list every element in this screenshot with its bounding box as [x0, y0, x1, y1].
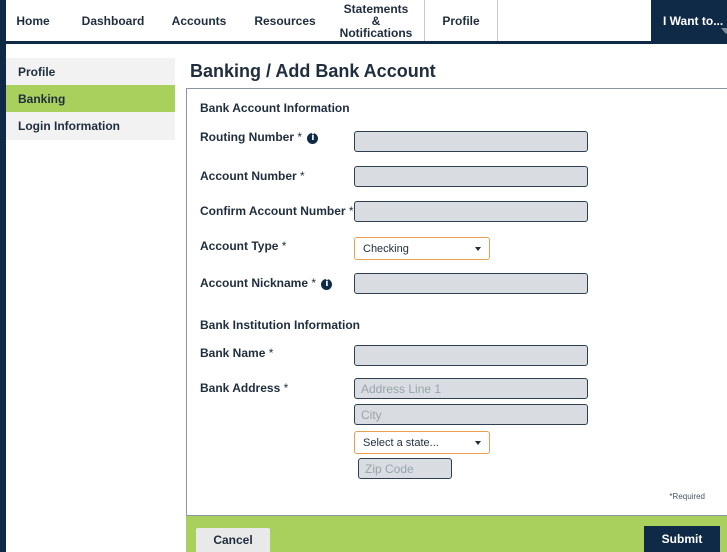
submit-button[interactable]: Submit [644, 526, 720, 552]
info-icon[interactable]: i [321, 279, 333, 290]
bank-address-label-text: Bank Address [200, 381, 281, 395]
account-nickname-input[interactable] [354, 273, 588, 294]
zip-code-input[interactable]: Zip Code [358, 458, 452, 479]
account-number-input[interactable] [354, 166, 588, 187]
required-marker: * [268, 346, 274, 360]
required-marker: * [311, 276, 317, 290]
i-want-to-label: I Want to... [663, 13, 724, 28]
bank-name-input[interactable] [354, 345, 588, 366]
page-title: Banking / Add Bank Account [190, 61, 436, 81]
section-title-bank-institution: Bank Institution Information [200, 318, 360, 332]
nav-dashboard[interactable]: Dashboard [80, 0, 146, 41]
sidebar-item-profile[interactable]: Profile [6, 58, 175, 85]
nav-resources[interactable]: Resources [250, 0, 320, 41]
account-number-label-text: Account Number [200, 169, 297, 183]
bank-name-label: Bank Name * [200, 346, 273, 360]
chevron-down-icon [721, 28, 727, 34]
required-marker: * [297, 130, 303, 144]
account-type-select[interactable]: Checking [354, 237, 490, 260]
routing-number-label-text: Routing Number [200, 130, 294, 144]
zip-code-placeholder: Zip Code [365, 461, 414, 476]
account-number-label: Account Number * [200, 169, 305, 183]
nav-accounts[interactable]: Accounts [170, 0, 228, 41]
account-nickname-label: Account Nickname * i [200, 276, 333, 290]
confirm-account-number-input[interactable] [354, 201, 588, 222]
required-note: *Required [669, 492, 705, 501]
sidebar-item-login-information[interactable]: Login Information [6, 112, 175, 139]
routing-number-input[interactable] [354, 131, 588, 152]
required-marker: * [283, 381, 289, 395]
section-title-bank-account: Bank Account Information [200, 101, 350, 115]
cancel-button[interactable]: Cancel [196, 528, 270, 552]
sidebar-item-banking[interactable]: Banking [6, 85, 175, 112]
dropdown-arrow-icon [475, 441, 481, 445]
city-input[interactable]: City [354, 404, 588, 425]
nav-profile[interactable]: Profile [424, 0, 498, 41]
account-type-value: Checking [363, 242, 409, 255]
city-placeholder: City [361, 407, 382, 422]
required-marker: * [348, 204, 354, 218]
required-marker: * [300, 169, 305, 183]
bank-address-label: Bank Address * [200, 381, 288, 395]
dropdown-arrow-icon [475, 247, 481, 251]
nav-home[interactable]: Home [12, 0, 54, 41]
i-want-to-menu[interactable]: I Want to... [651, 0, 727, 41]
routing-number-label: Routing Number * i [200, 130, 319, 144]
address-line-1-placeholder: Address Line 1 [361, 381, 442, 396]
top-nav: Home Dashboard Accounts Resources Statem… [6, 0, 727, 44]
confirm-account-number-label-text: Confirm Account Number [200, 204, 346, 218]
address-line-1-input[interactable]: Address Line 1 [354, 378, 588, 399]
nav-statements-notifications[interactable]: Statements & Notifications [338, 0, 414, 41]
account-nickname-label-text: Account Nickname [200, 276, 309, 290]
account-type-label: Account Type * [200, 239, 286, 253]
state-value: Select a state... [363, 436, 439, 449]
bank-name-label-text: Bank Name [200, 346, 266, 360]
sidebar: Profile Banking Login Information [6, 58, 175, 140]
info-icon[interactable]: i [307, 133, 319, 144]
state-select[interactable]: Select a state... [354, 431, 490, 454]
confirm-account-number-label: Confirm Account Number * [200, 204, 354, 218]
account-type-label-text: Account Type [200, 239, 279, 253]
required-marker: * [281, 239, 287, 253]
